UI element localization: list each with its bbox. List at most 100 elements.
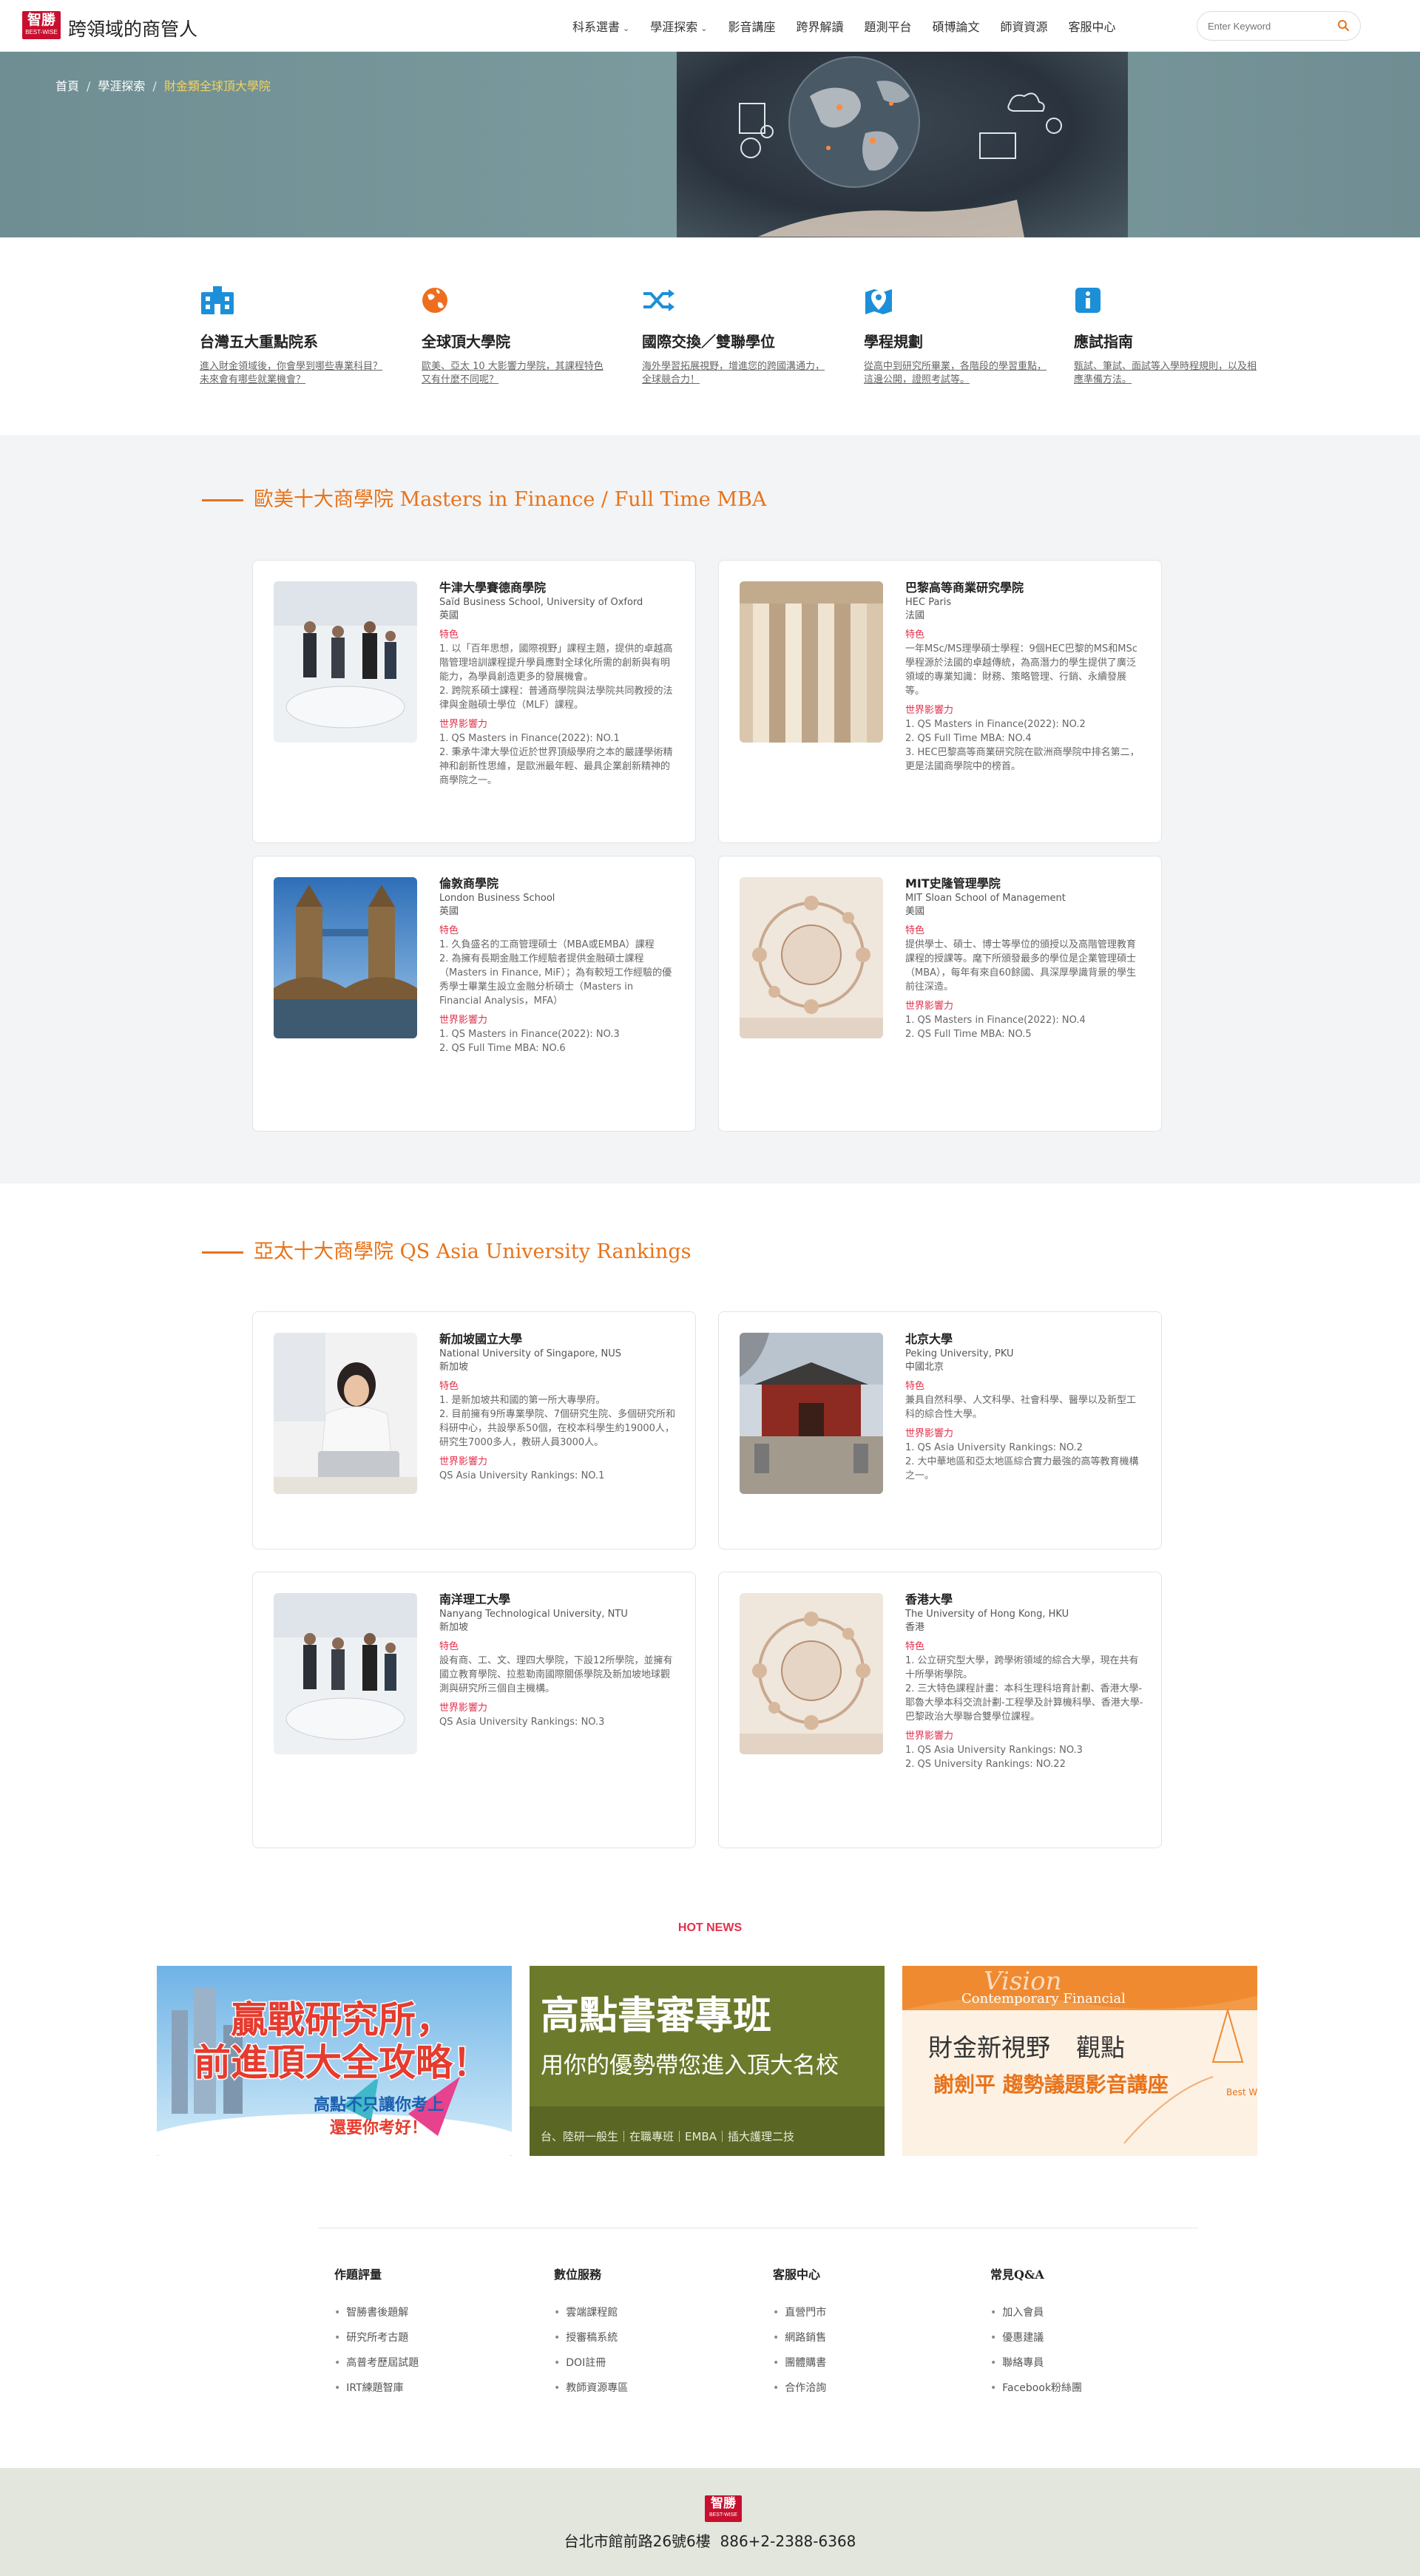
school-card-pku[interactable]: 北京大學 Peking University, PKU 中國北京 特色 兼具自然…: [718, 1311, 1162, 1549]
page: 智勝 BEST-WISE 跨領域的商管人 科系選書 ⌄ 學涯探索 ⌄ 影音講座 跨界…: [0, 0, 1420, 2576]
impact-label: 世界影響力: [439, 1015, 488, 1026]
school-name: 巴黎高等商業研究學院: [905, 581, 1024, 595]
footer-link[interactable]: 優惠建議: [990, 2325, 1168, 2350]
section-title-text: 歐美十大商學院 Masters in Finance / Full Time M…: [254, 488, 767, 511]
school-photo: [274, 1593, 417, 1754]
footer-link[interactable]: 團體購書: [773, 2350, 950, 2376]
school-card-hku[interactable]: 香港大學 The University of Hong Kong, HKU 香港…: [718, 1572, 1162, 1848]
impact-item: 2. QS University Rankings: NO.22: [905, 1759, 1066, 1770]
footer-link[interactable]: 雲端課程館: [554, 2300, 731, 2325]
feature-desc[interactable]: 進入財金領域後，你會學到哪些專業科目？未來會有哪些就業機會？: [200, 360, 385, 387]
feature-label: 特色: [439, 925, 459, 936]
school-photo: [740, 1593, 883, 1754]
news-banner-art: 贏戰研究所， 前進頂大全攻略！ 高點不只讓你考上 還要你考好！: [157, 1966, 512, 2156]
impact-item: 3. HEC巴黎高等商業研究院在歐洲商學院中排名第二，更是法國商學院中的榜首。: [905, 747, 1140, 772]
school-card-london[interactable]: 倫敦商學院 London Business School 英國 特色 1. 久負…: [252, 856, 696, 1132]
footer-link[interactable]: 高普考歷屆試題: [334, 2350, 512, 2376]
news-banner-review-class[interactable]: 高點書審專班 用你的優勢帶您進入頂大名校 台、陸研一般生｜在職專班｜EMBA｜插…: [530, 1966, 885, 2156]
footer-link[interactable]: 智勝書後題解: [334, 2300, 512, 2325]
news-title: 高點書審專班: [541, 1994, 771, 2038]
school-name: 南洋理工大學: [439, 1592, 511, 1606]
school-card-ntu[interactable]: 南洋理工大學 Nanyang Technological University,…: [252, 1572, 696, 1848]
search-input[interactable]: [1208, 18, 1326, 34]
globe-hand-illustration: [739, 56, 1062, 237]
feature-label: 特色: [439, 1381, 459, 1392]
site-name[interactable]: 跨領域的商管人: [68, 15, 197, 41]
footer-col-title: 客服中心: [773, 2268, 821, 2282]
news-banner-art: 高點書審專班 用你的優勢帶您進入頂大名校 台、陸研一般生｜在職專班｜EMBA｜插…: [530, 1966, 885, 2156]
footer-link[interactable]: 研究所考古題: [334, 2325, 512, 2350]
title-accent-bar: [202, 499, 243, 501]
feature-taiwan-departments[interactable]: 台灣五大重點院系 進入財金領域後，你會學到哪些專業科目？未來會有哪些就業機會？: [200, 285, 396, 387]
feature-item: 1. 以「百年思想，國際視野」課程主題，提供的卓越高階管理培訓課程提升學員應對全…: [439, 643, 673, 683]
feature-desc[interactable]: 歐美、亞太 10 大影響力學院，其課程特色又有什麼不同呢？: [422, 360, 606, 387]
feature-exam-guide[interactable]: 應試指南 甄試、筆試、面試等入學時程規則，以及相應準備方法。: [1074, 285, 1270, 387]
brand-logo[interactable]: 智勝 BEST-WISE: [22, 11, 61, 39]
footer-link[interactable]: DOI註冊: [554, 2350, 731, 2376]
feature-list: 1. 以「百年思想，國際視野」課程主題，提供的卓越高階管理培訓課程提升學員應對全…: [439, 642, 677, 712]
news-badge: Best Wise: [1226, 2087, 1257, 2097]
school-name: 北京大學: [905, 1332, 953, 1346]
nav-item-teacher-resources[interactable]: 師資資源: [1001, 17, 1048, 35]
footer-link[interactable]: 教師資源專區: [554, 2376, 731, 2401]
impact-list: QS Asia University Rankings: NO.1: [439, 1469, 677, 1483]
nav-item-theses[interactable]: 碩博論文: [933, 17, 980, 35]
section-title-western: 歐美十大商學院 Masters in Finance / Full Time M…: [202, 483, 766, 512]
breadcrumb-separator: /: [87, 79, 91, 93]
school-card-nus[interactable]: 新加坡國立大學 National University of Singapore…: [252, 1311, 696, 1549]
school-country: 法國: [905, 610, 925, 621]
impact-item: 1. QS Asia University Rankings: NO.2: [905, 1442, 1083, 1453]
nav-item-quiz-platform[interactable]: 題測平台: [865, 17, 912, 35]
shuffle-icon: [643, 289, 674, 311]
school-english-name: Peking University, PKU: [905, 1348, 1014, 1359]
news-title-2: 觀點: [1076, 2033, 1125, 2062]
breadcrumb-home[interactable]: 首頁: [55, 79, 79, 93]
footer-link[interactable]: 加入會員: [990, 2300, 1168, 2325]
news-banner-finance-lecture[interactable]: Vision Contemporary Financial 財金新視野 觀點 謝…: [902, 1966, 1257, 2156]
footer-link[interactable]: IRT練題智庫: [334, 2376, 512, 2401]
school-english-name: HEC Paris: [905, 597, 952, 608]
impact-list: 1. QS Masters in Finance(2022): NO.4 2. …: [905, 1013, 1143, 1041]
school-photo: [274, 581, 417, 743]
footer-link[interactable]: 授審稿系統: [554, 2325, 731, 2350]
footer-col-digital: 數位服務 雲端課程館 授審稿系統 DOI註冊 教師資源專區: [554, 2265, 731, 2401]
school-name: 牛津大學賽德商學院: [439, 581, 547, 595]
feature-label: 特色: [905, 925, 925, 936]
footer-link[interactable]: 合作洽詢: [773, 2376, 950, 2401]
feature-item: 1. 公立研究型大學，跨學術領域的綜合大學，現在共有十所學術學院。: [905, 1655, 1139, 1680]
feature-desc[interactable]: 從高中到研究所畢業，各階段的學習重點，這邊公開，證照考試等。: [864, 360, 1049, 387]
nav-item-course-books[interactable]: 科系選書 ⌄: [572, 17, 629, 35]
feature-program-planning[interactable]: 學程規劃 從高中到研究所畢業，各階段的學習重點，這邊公開，證照考試等。: [864, 285, 1060, 387]
map-pin-icon: [865, 289, 892, 314]
school-card-mit-sloan[interactable]: MIT史隆管理學院 MIT Sloan School of Management…: [718, 856, 1162, 1132]
footer-logo[interactable]: 智勝 BEST-WISE: [705, 2495, 742, 2522]
impact-list: 1. QS Asia University Rankings: NO.2 2. …: [905, 1441, 1143, 1483]
nav-item-crossover[interactable]: 跨界解讀: [796, 17, 843, 35]
footer-logo-sub: BEST-WISE: [709, 2512, 738, 2518]
nav-item-career-explore[interactable]: 學涯探索 ⌄: [650, 17, 707, 35]
footer-link[interactable]: Facebook粉絲團: [990, 2376, 1168, 2401]
section-title-text: 亞太十大商學院 QS Asia University Rankings: [254, 1240, 692, 1263]
feature-desc[interactable]: 甄試、筆試、面試等入學時程規則，以及相應準備方法。: [1074, 360, 1259, 387]
feature-exchange-dual-degree[interactable]: 國際交換／雙聯學位 海外學習拓展視野，增進您的跨國溝通力，全球競合力！: [642, 285, 838, 387]
footer-link[interactable]: 聯絡專員: [990, 2350, 1168, 2376]
school-info: 南洋理工大學 Nanyang Technological University,…: [439, 1592, 677, 1729]
school-card-hec-paris[interactable]: 巴黎高等商業研究學院 HEC Paris 法國 特色 一年MSc/MS理學碩士學…: [718, 560, 1162, 843]
feature-desc[interactable]: 海外學習拓展視野，增進您的跨國溝通力，全球競合力！: [642, 360, 827, 387]
footer-link[interactable]: 網路銷售: [773, 2325, 950, 2350]
feature-item: 兼具自然科學、人文科學、社會科學、醫學以及新型工科的綜合性大學。: [905, 1395, 1137, 1420]
breadcrumb-parent[interactable]: 學涯探索: [98, 79, 145, 93]
nav-item-customer-service[interactable]: 客服中心: [1069, 17, 1116, 35]
news-banner-graduate-strategy[interactable]: 贏戰研究所， 前進頂大全攻略！ 高點不只讓你考上 還要你考好！: [157, 1966, 512, 2156]
impact-item: 2. 大中華地區和亞太地區綜合實力最強的高等教育機構之一。: [905, 1456, 1139, 1481]
school-card-oxford[interactable]: 牛津大學賽德商學院 Saïd Business School, Universi…: [252, 560, 696, 843]
school-country: 英國: [439, 610, 459, 621]
school-english-name: National University of Singapore, NUS: [439, 1348, 622, 1359]
impact-list: 1. QS Masters in Finance(2022): NO.3 2. …: [439, 1027, 677, 1055]
search-icon[interactable]: [1336, 18, 1351, 33]
nav-item-video-lectures[interactable]: 影音講座: [728, 17, 775, 35]
feature-global-universities[interactable]: 全球頂大學院 歐美、亞太 10 大影響力學院，其課程特色又有什麼不同呢？: [422, 285, 618, 387]
footer-contact: 台北市館前路26號6樓 886+2-2388-6368: [0, 2529, 1420, 2551]
footer-link[interactable]: 直營門市: [773, 2300, 950, 2325]
school-photo: [274, 1333, 417, 1494]
